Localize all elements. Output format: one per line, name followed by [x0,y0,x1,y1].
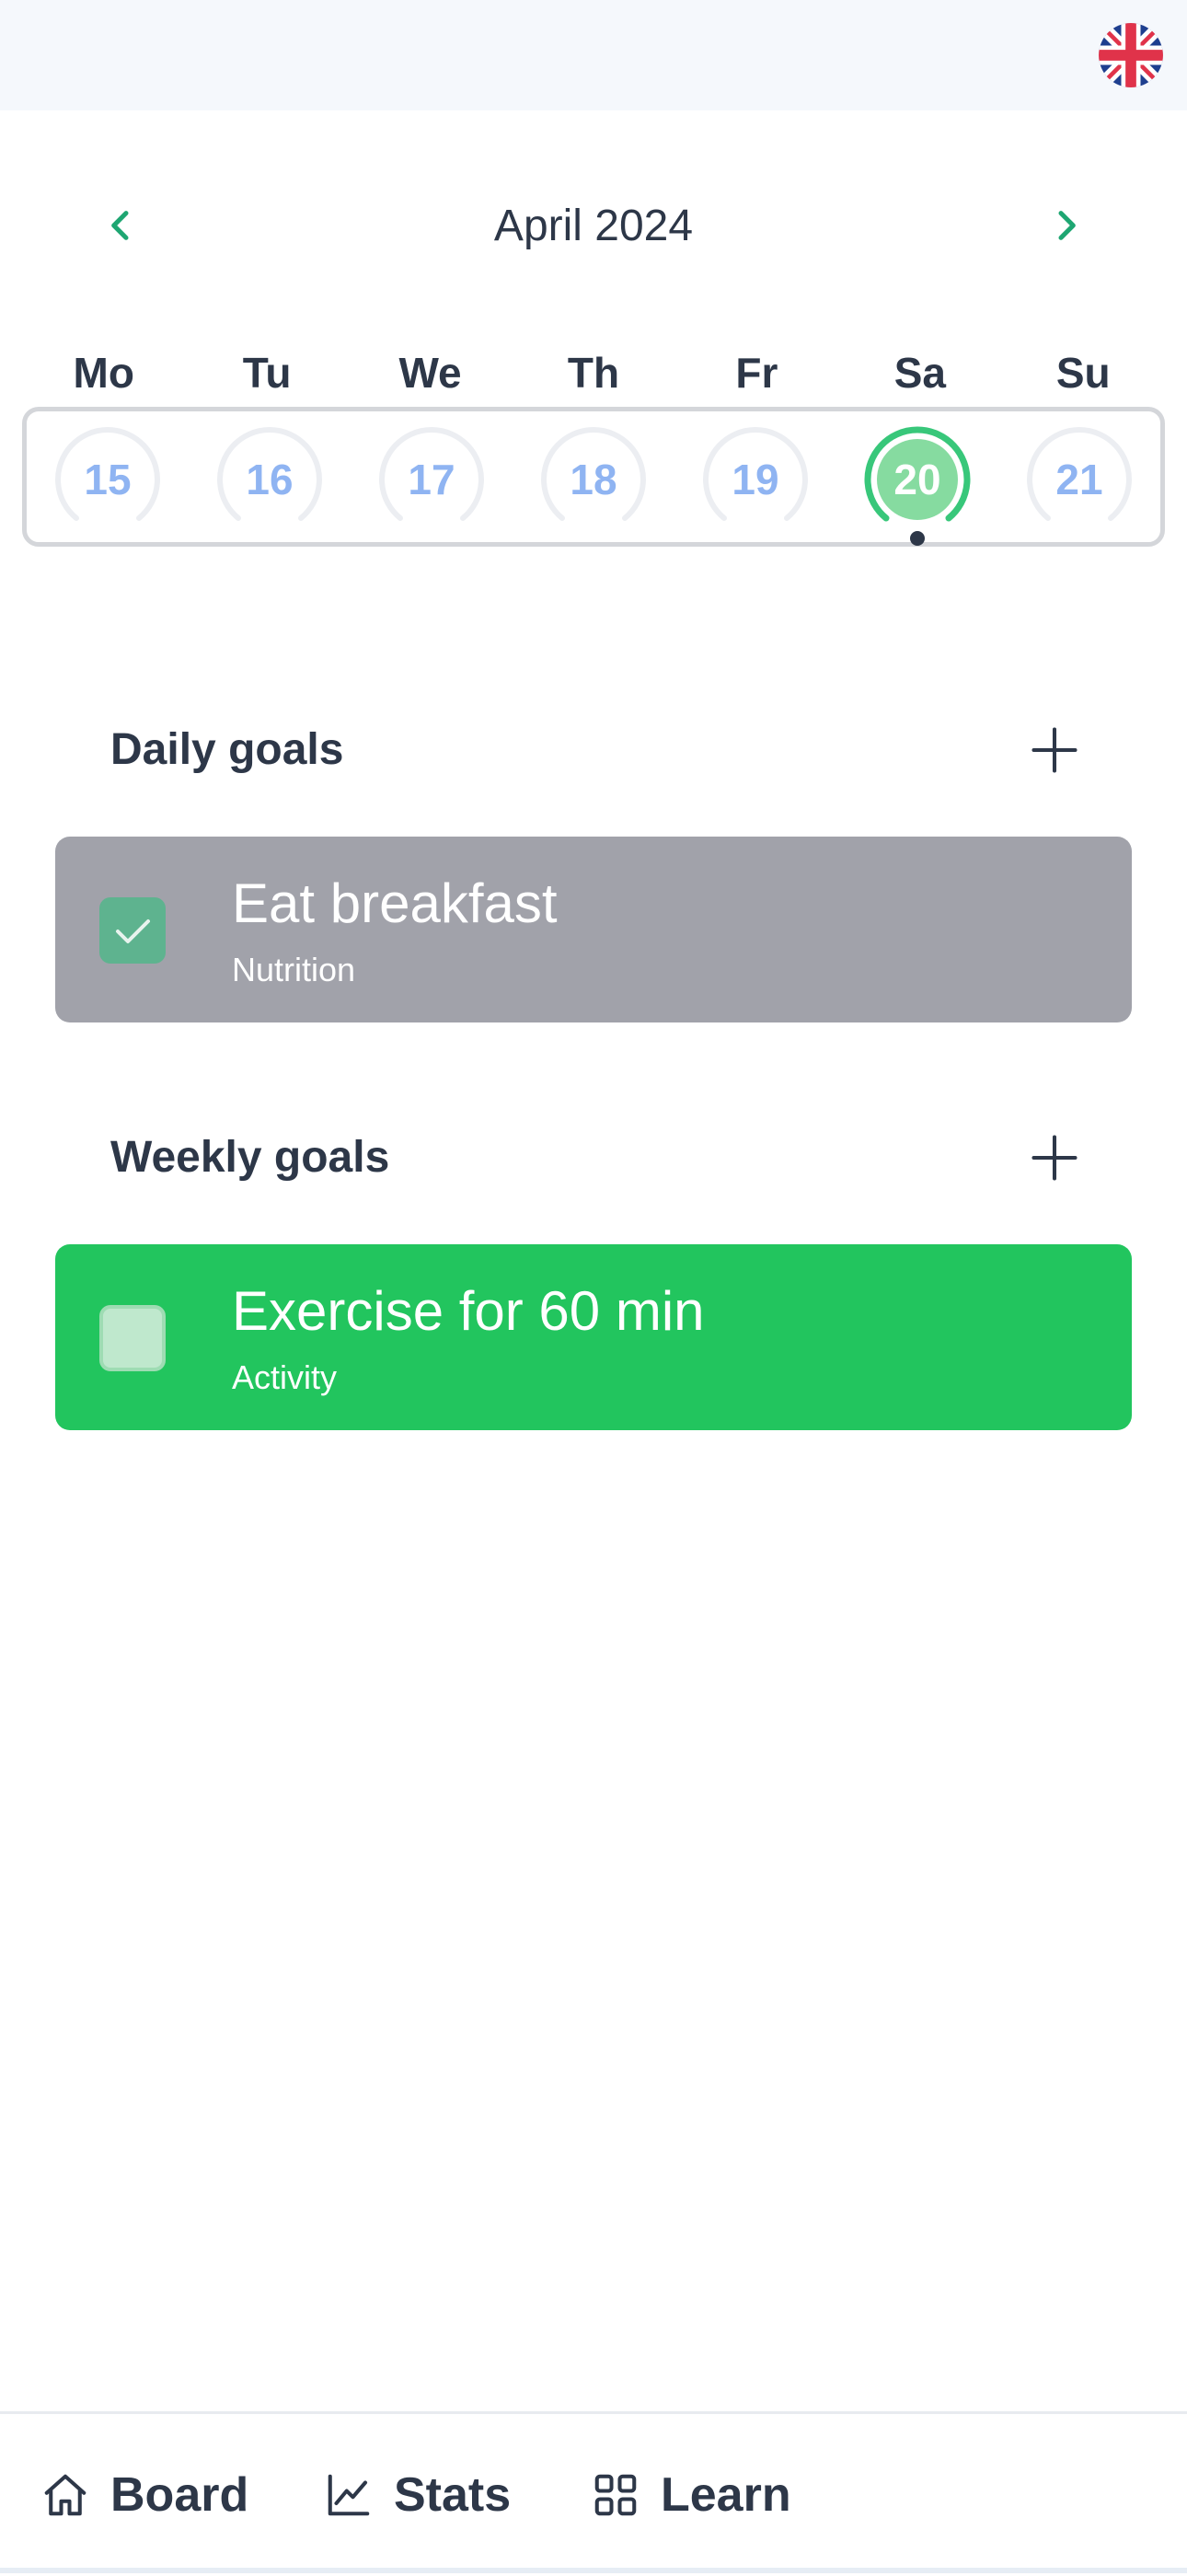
weekday-label: We [398,349,462,397]
add-daily-goal-button[interactable] [1018,713,1091,787]
day-number: 18 [570,456,617,503]
tab-label: Learn [661,2468,791,2522]
chevron-left-icon [111,211,129,240]
tab-board[interactable]: Board [40,2414,248,2576]
tab-stats[interactable]: Stats [324,2414,511,2576]
weekday-label: Th [567,349,620,397]
tab-label: Stats [394,2468,512,2522]
day-number: 21 [1055,456,1103,503]
weekday-label: Sa [893,349,946,397]
goal-title: Eat breakfast [232,872,558,934]
add-weekly-goal-button[interactable] [1018,1121,1091,1195]
day-button-15[interactable]: 15 [27,411,189,542]
weekly-goals-title: Weekly goals [110,1133,390,1182]
goal-checkbox-unchecked[interactable] [99,1305,166,1371]
next-month-button[interactable] [1029,175,1102,276]
goal-title: Exercise for 60 min [232,1280,705,1342]
day-button-16[interactable]: 16 [189,411,351,542]
goal-category: Nutrition [232,951,356,988]
day-button-21[interactable]: 21 [998,411,1160,542]
weekday-label: Tu [242,349,292,397]
chevron-right-icon [1058,211,1076,240]
goal-card-exercise[interactable]: Exercise for 60 min Activity [55,1244,1132,1430]
day-button-19[interactable]: 19 [674,411,836,542]
grid-icon [594,2474,637,2516]
today-indicator-dot [910,531,925,546]
weekday-label: Fr [735,349,778,397]
goal-category: Activity [232,1358,338,1396]
uk-flag-icon[interactable] [1099,23,1163,87]
tab-learn[interactable]: Learn [591,2414,791,2576]
weekday-label: Su [1055,349,1111,397]
chart-line-icon [328,2474,370,2516]
tab-label: Board [110,2468,249,2522]
daily-goals-header: Daily goals [0,704,1187,796]
goal-checkbox-checked[interactable] [99,897,166,964]
plus-icon [1031,1135,1078,1181]
daily-goals-title: Daily goals [110,725,344,774]
home-indicator-strip [0,2568,1187,2573]
day-button-17[interactable]: 17 [351,411,513,542]
top-bar [0,0,1187,110]
day-button-20-selected[interactable]: 20 [836,411,998,546]
bottom-navigation: Board Stats Learn [0,2411,1187,2573]
day-number: 16 [246,456,294,503]
day-number: 15 [84,456,132,503]
weekly-goals-header: Weekly goals [0,1112,1187,1204]
plus-icon [1031,727,1078,773]
check-icon [116,919,150,943]
previous-month-button[interactable] [85,175,158,276]
weekday-header: Mo Tu We Th Fr Sa Su [22,341,1165,405]
day-number: 19 [732,456,779,503]
month-navigation: April 2024 [0,175,1187,276]
weekday-label: Mo [73,349,134,397]
day-number: 17 [408,456,455,503]
day-number: 20 [893,456,941,503]
week-day-selector: 15 16 17 18 19 20 21 [22,407,1165,547]
month-title: April 2024 [493,201,694,250]
home-icon [44,2474,86,2516]
day-button-18[interactable]: 18 [513,411,674,542]
goal-card-eat-breakfast[interactable]: Eat breakfast Nutrition [55,837,1132,1022]
